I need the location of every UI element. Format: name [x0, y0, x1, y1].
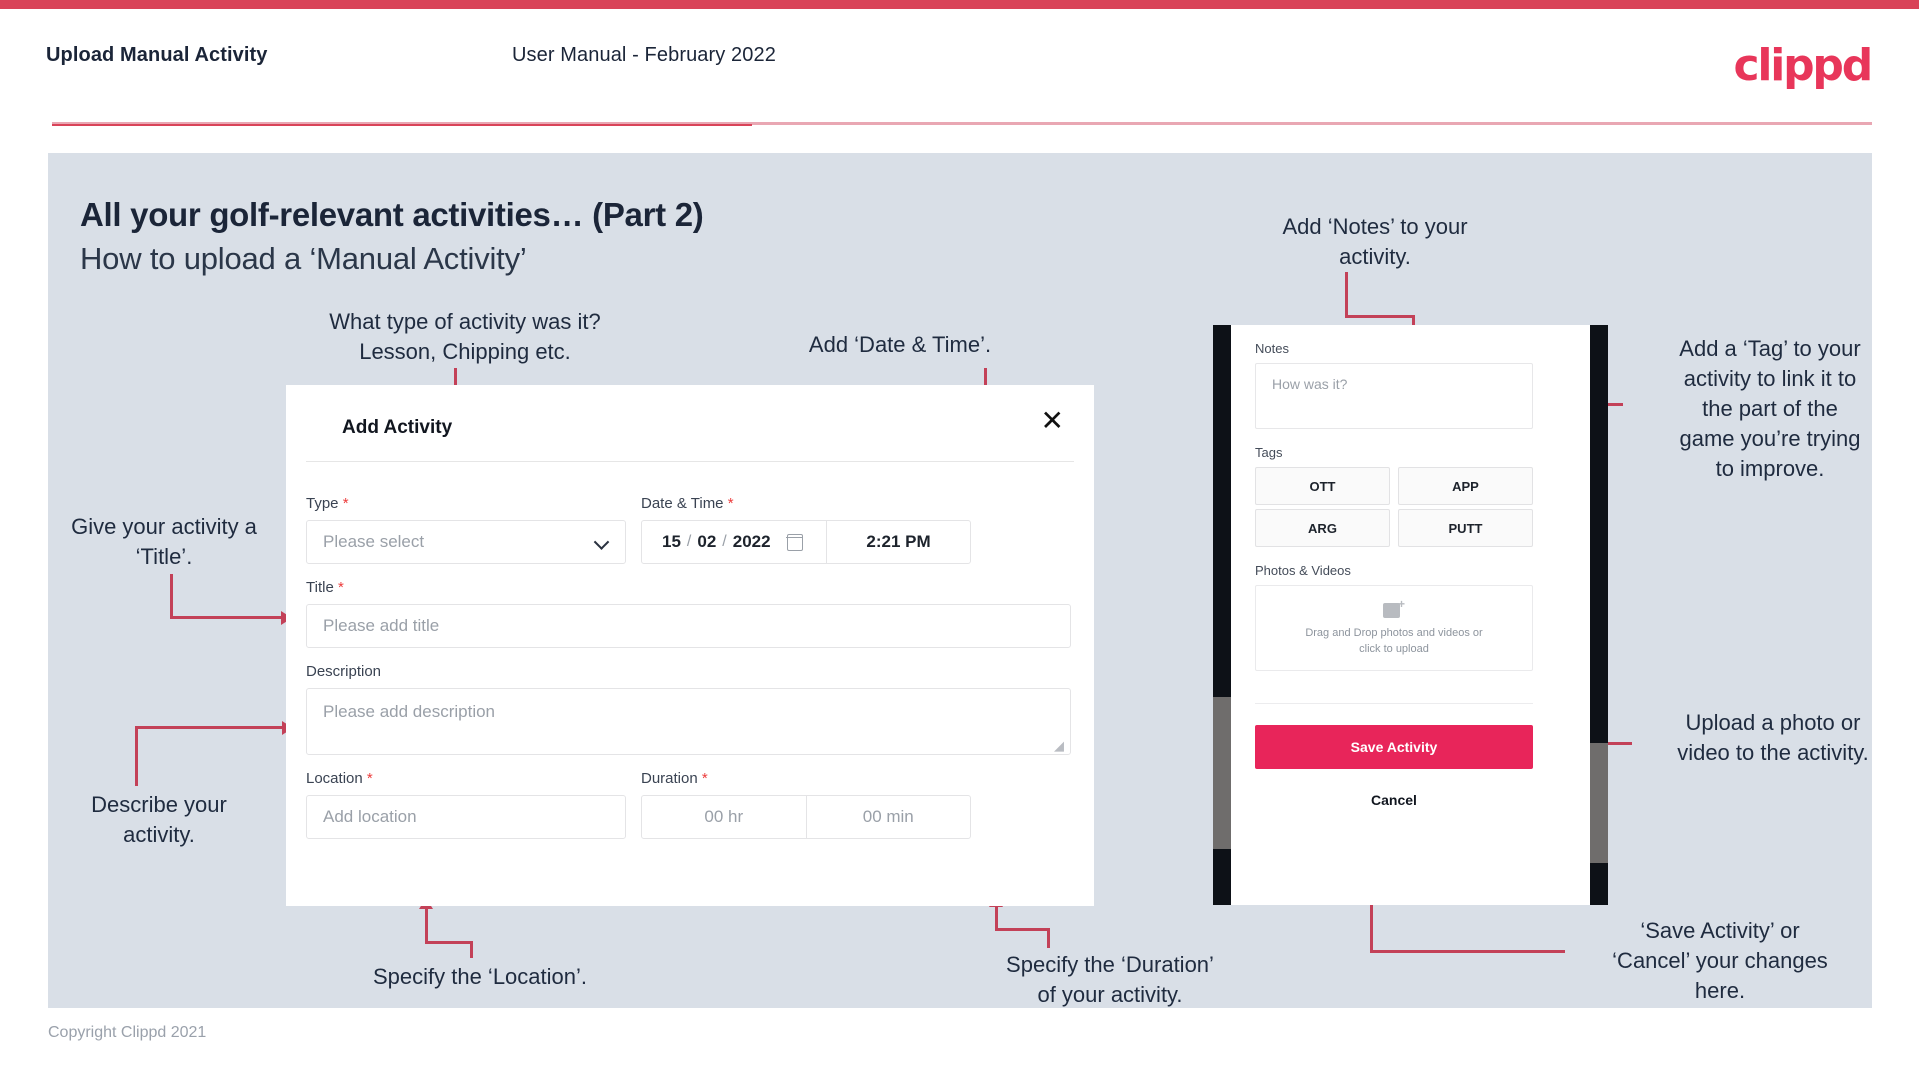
save-activity-button[interactable]: Save Activity [1255, 725, 1533, 769]
type-label-text: Type [306, 495, 339, 512]
location-label: Location * [306, 770, 373, 787]
date-sep-2: / [722, 533, 727, 550]
tag-button-ott[interactable]: OTT [1255, 467, 1390, 505]
duration-hours-placeholder: 00 hr [704, 807, 744, 826]
date-day: 15 [662, 532, 681, 551]
slide-heading: All your golf-relevant activities… (Part… [80, 196, 704, 233]
annotation-duration: Specify the ‘Duration’ of your activity. [1006, 952, 1214, 1007]
location-label-text: Location [306, 770, 363, 787]
time-input[interactable]: 2:21 PM [827, 521, 970, 563]
leader-loc-seg1 [470, 944, 473, 958]
chevron-down-icon [596, 538, 607, 549]
tag-button-arg[interactable]: ARG [1255, 509, 1390, 547]
close-icon[interactable]: ✕ [1041, 407, 1064, 435]
phone-volume-button [1213, 697, 1231, 849]
duration-label: Duration * [641, 770, 708, 787]
leader-notes-seg1 [1345, 272, 1348, 317]
duration-minutes-input[interactable]: 00 min [805, 796, 971, 838]
duration-minutes-placeholder: 00 min [862, 807, 914, 826]
annotation-tags: Add a ‘Tag’ to your activity to link it … [1679, 336, 1861, 481]
annotation-type: What type of activity was it? Lesson, Ch… [329, 309, 601, 364]
description-placeholder: Please add description [323, 702, 496, 721]
title-placeholder: Please add title [323, 616, 440, 635]
slide-subheading: How to upload a ‘Manual Activity’ [80, 241, 527, 276]
leader-title-seg2 [170, 616, 282, 619]
phone-mockup: Notes How was it? Tags OTT APP ARG PUTT … [1213, 325, 1608, 905]
dialog-title: Add Activity [342, 417, 453, 438]
tag-button-putt[interactable]: PUTT [1398, 509, 1533, 547]
dialog-divider [306, 461, 1074, 462]
clippd-logo: clippd [1733, 40, 1873, 91]
leader-notes-seg2 [1345, 315, 1415, 318]
leader-save-seg1 [1370, 950, 1565, 953]
location-placeholder: Add location [323, 807, 417, 826]
date-sep-1: / [686, 533, 692, 550]
type-select[interactable]: Please select [306, 520, 626, 564]
datetime-label: Date & Time * [641, 495, 734, 512]
cancel-button[interactable]: Cancel [1255, 792, 1533, 808]
leader-title-seg1 [170, 574, 173, 618]
dropzone-line-2: click to upload [1359, 642, 1429, 655]
resize-grip-icon[interactable]: ◢ [1054, 739, 1066, 752]
phone-screen: Notes How was it? Tags OTT APP ARG PUTT … [1231, 325, 1590, 905]
phone-divider [1255, 703, 1533, 704]
annotation-location: Specify the ‘Location’. [372, 964, 588, 989]
notes-textarea[interactable]: How was it? [1255, 363, 1533, 429]
notes-label: Notes [1255, 341, 1289, 356]
top-accent-bar [0, 0, 1919, 9]
duration-group: 00 hr 00 min [641, 795, 971, 839]
date-input[interactable]: 15 / 02 / 2022 [642, 521, 827, 563]
datetime-label-text: Date & Time [641, 495, 724, 512]
duration-hours-input[interactable]: 00 hr [642, 796, 806, 838]
location-required-marker: * [366, 770, 373, 787]
title-label: Title * [306, 579, 344, 596]
time-value: 2:21 PM [866, 532, 931, 551]
page-title: Upload Manual Activity [46, 44, 268, 66]
annotation-upload: Upload a photo or video to the activity. [1677, 710, 1869, 765]
notes-placeholder: How was it? [1272, 376, 1348, 392]
leader-dur-seg1 [1047, 930, 1050, 948]
add-activity-dialog: Add Activity ✕ Type * Please select Date… [286, 385, 1094, 906]
dropzone-line-1: Drag and Drop photos and videos or [1305, 626, 1483, 639]
title-required-marker: * [337, 579, 344, 596]
annotation-title: Give your activity a ‘Title’. [71, 514, 257, 569]
slide-root: Upload Manual Activity User Manual - Feb… [0, 0, 1919, 1079]
date-month: 02 [697, 532, 717, 551]
type-label: Type * [306, 495, 349, 512]
annotation-save: ‘Save Activity’ or ‘Cancel’ your changes… [1612, 918, 1828, 1003]
tags-label: Tags [1255, 445, 1283, 460]
annotation-description: Describe your activity. [91, 792, 227, 847]
leader-desc-seg1 [135, 726, 138, 786]
title-label-text: Title [306, 579, 334, 596]
description-label: Description [306, 663, 382, 680]
image-add-icon: + [1383, 598, 1405, 620]
duration-required-marker: * [701, 770, 708, 787]
leader-loc-seg2 [425, 941, 473, 944]
leader-desc-seg2 [135, 726, 283, 729]
description-textarea[interactable]: Please add description ◢ [306, 688, 1071, 755]
phone-power-button [1590, 743, 1608, 863]
header-divider [52, 124, 752, 126]
calendar-icon[interactable] [785, 533, 804, 551]
type-placeholder: Please select [323, 532, 425, 551]
copyright-text: Copyright Clippd 2021 [48, 1024, 207, 1041]
dropzone-text: Drag and Drop photos and videos or click… [1305, 625, 1482, 657]
photo-upload-dropzone[interactable]: + Drag and Drop photos and videos or cli… [1255, 585, 1533, 671]
datetime-required-marker: * [727, 495, 734, 512]
duration-label-text: Duration [641, 770, 698, 787]
date-year: 2022 [732, 532, 771, 551]
document-subtitle: User Manual - February 2022 [512, 44, 776, 66]
leader-loc-seg3 [425, 907, 428, 943]
photos-videos-label: Photos & Videos [1255, 563, 1351, 578]
leader-dur-seg3 [995, 905, 998, 930]
type-required-marker: * [342, 495, 349, 512]
location-input[interactable]: Add location [306, 795, 626, 839]
tag-button-app[interactable]: APP [1398, 467, 1533, 505]
title-input[interactable]: Please add title [306, 604, 1071, 648]
leader-dur-seg2 [995, 928, 1050, 931]
datetime-group: 15 / 02 / 2022 2:21 PM [641, 520, 971, 564]
annotation-datetime: Add ‘Date & Time’. [808, 332, 992, 357]
annotation-notes: Add ‘Notes’ to your activity. [1282, 214, 1468, 269]
